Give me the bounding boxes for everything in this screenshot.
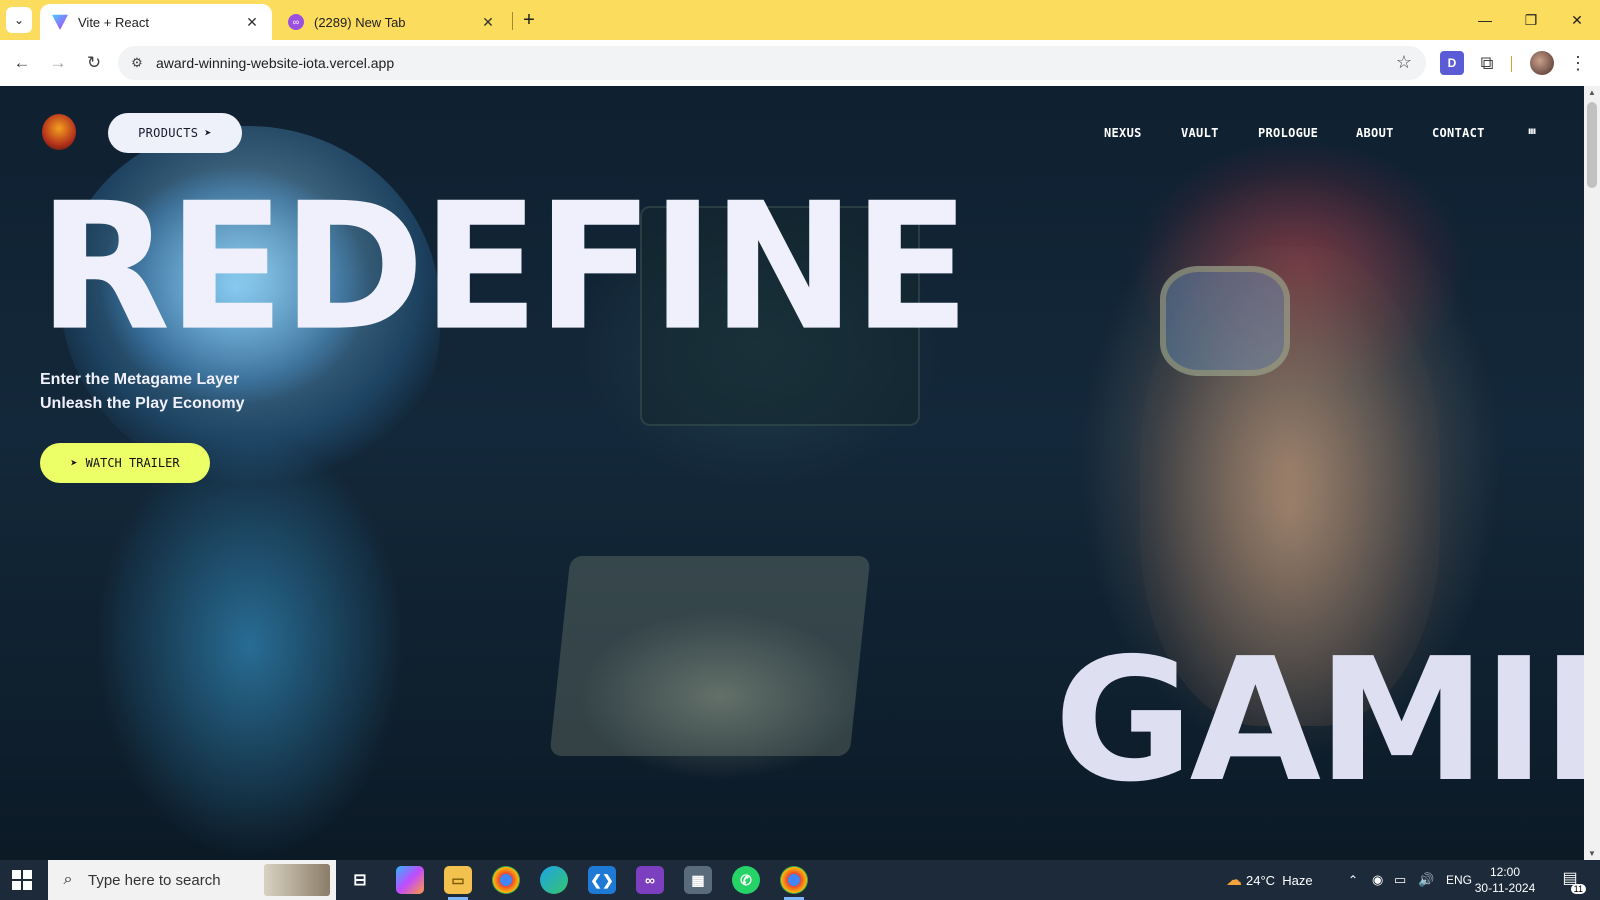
copilot-icon[interactable] [396, 866, 424, 894]
nav-item-about[interactable]: ABOUT [1356, 126, 1394, 140]
hero-subtitle: Enter the Metagame Layer Unleash the Pla… [40, 368, 245, 416]
hero-subtitle-line2: Unleash the Play Economy [40, 395, 245, 412]
restore-icon[interactable]: ❐ [1508, 6, 1554, 34]
clock[interactable]: 12:00 30-11-2024 [1470, 864, 1540, 896]
weather-icon: ☁ [1226, 872, 1242, 889]
forward-icon[interactable]: → [44, 49, 72, 77]
file-explorer-icon[interactable]: ▭ [444, 866, 472, 900]
page-scrollbar[interactable]: ▲ ▼ [1584, 86, 1600, 860]
show-hidden-icons[interactable]: ⌃ [1348, 860, 1358, 900]
hero-subtitle-line1: Enter the Metagame Layer [40, 371, 240, 388]
taskbar-search-input[interactable]: ⌕ Type here to search [48, 860, 336, 900]
site-logo[interactable] [42, 114, 76, 150]
arrow-icon: ➤ [204, 126, 212, 140]
nav-item-prologue[interactable]: PROLOGUE [1258, 126, 1318, 140]
chrome-icon[interactable] [492, 866, 520, 894]
clock-time: 12:00 [1489, 865, 1521, 879]
vite-icon [52, 14, 68, 30]
bookmark-star-icon[interactable]: ☆ [1396, 52, 1412, 73]
close-tab-icon[interactable]: ✕ [480, 14, 496, 31]
close-tab-icon[interactable]: ✕ [244, 14, 260, 31]
reload-icon[interactable]: ↻ [80, 49, 108, 77]
language-indicator[interactable]: ENG [1446, 860, 1472, 900]
nav-item-nexus[interactable]: NEXUS [1104, 126, 1142, 140]
new-tab-button[interactable]: + [516, 8, 542, 34]
newtab-icon: ∞ [288, 14, 304, 30]
products-label: PRODUCTS [138, 126, 199, 140]
windows-taskbar: ⌕ Type here to search ⊟ ▭ ❮❯ ∞ ▦ ✆ ☁ 24°… [0, 860, 1600, 900]
vscode-icon[interactable]: ❮❯ [588, 866, 616, 894]
network-icon[interactable]: ▭ [1394, 860, 1406, 900]
scroll-down-icon[interactable]: ▼ [1588, 849, 1596, 858]
profile-avatar[interactable] [1530, 51, 1554, 75]
products-button[interactable]: PRODUCTS ➤ [108, 113, 242, 153]
nav-item-contact[interactable]: CONTACT [1432, 126, 1485, 140]
hero-section: PRODUCTS ➤ NEXUS VAULT PROLOGUE ABOUT CO… [0, 86, 1584, 860]
browser-menu-icon[interactable]: ⋮ [1566, 51, 1590, 75]
window-close-icon[interactable]: ✕ [1554, 6, 1600, 34]
hero-background-console [549, 556, 871, 756]
search-placeholder: Type here to search [88, 871, 221, 889]
audio-indicator-icon[interactable]: ıııı [1528, 126, 1536, 137]
url-text[interactable]: award-winning-website-iota.vercel.app [156, 55, 394, 71]
edge-icon[interactable] [540, 866, 568, 894]
minimize-icon[interactable]: — [1462, 6, 1508, 34]
notification-count: 11 [1570, 884, 1586, 894]
volume-icon[interactable]: 🔊 [1418, 860, 1434, 900]
notification-center-icon[interactable]: ▤ 11 [1558, 868, 1586, 894]
watch-trailer-button[interactable]: ➤ WATCH TRAILER [40, 443, 210, 483]
task-view-icon[interactable]: ⊟ [346, 866, 374, 894]
scroll-thumb[interactable] [1587, 102, 1597, 188]
browser-toolbar: ← → ↻ ⚙ award-winning-website-iota.verce… [0, 40, 1600, 86]
search-highlight-image [264, 864, 330, 896]
hero-title: REDEFINE [38, 164, 970, 370]
tab-title: (2289) New Tab [314, 14, 406, 30]
hero-character-goggles [1160, 266, 1290, 376]
watch-trailer-label: WATCH TRAILER [85, 456, 180, 470]
meet-now-icon[interactable]: ◉ [1372, 860, 1383, 900]
windows-start-icon[interactable] [12, 870, 32, 890]
hero-bottom-word: GAMING [1054, 622, 1584, 820]
chrome-profile-icon[interactable] [780, 866, 808, 900]
search-icon: ⌕ [63, 871, 73, 888]
extensions-puzzle-icon[interactable]: ⧉ [1475, 51, 1499, 75]
extension-d-icon[interactable]: D [1440, 51, 1464, 75]
toolbar-separator [1511, 56, 1512, 72]
clock-date: 30-11-2024 [1474, 881, 1536, 895]
back-icon[interactable]: ← [8, 49, 36, 77]
weather-widget[interactable]: ☁ 24°C Haze [1226, 860, 1313, 900]
visual-studio-icon[interactable]: ∞ [636, 866, 664, 894]
address-bar[interactable]: ⚙ award-winning-website-iota.vercel.app … [118, 46, 1426, 80]
scroll-up-icon[interactable]: ▲ [1588, 88, 1596, 97]
nav-item-vault[interactable]: VAULT [1181, 126, 1219, 140]
tab-search-chevron-icon[interactable]: ⌄ [6, 7, 32, 33]
tab-vite-react[interactable]: Vite + React ✕ [40, 4, 272, 40]
arrow-icon: ➤ [70, 456, 78, 470]
tab-title: Vite + React [78, 14, 149, 30]
calculator-icon[interactable]: ▦ [684, 866, 712, 894]
browser-tab-bar: ⌄ Vite + React ✕ ∞ (2289) New Tab ✕ + — … [0, 0, 1600, 40]
tab-separator [512, 12, 513, 30]
whatsapp-icon[interactable]: ✆ [732, 866, 760, 894]
site-info-icon[interactable]: ⚙ [128, 54, 146, 72]
weather-text: 24°C Haze [1246, 872, 1313, 888]
tab-new-tab[interactable]: ∞ (2289) New Tab ✕ [276, 4, 508, 40]
